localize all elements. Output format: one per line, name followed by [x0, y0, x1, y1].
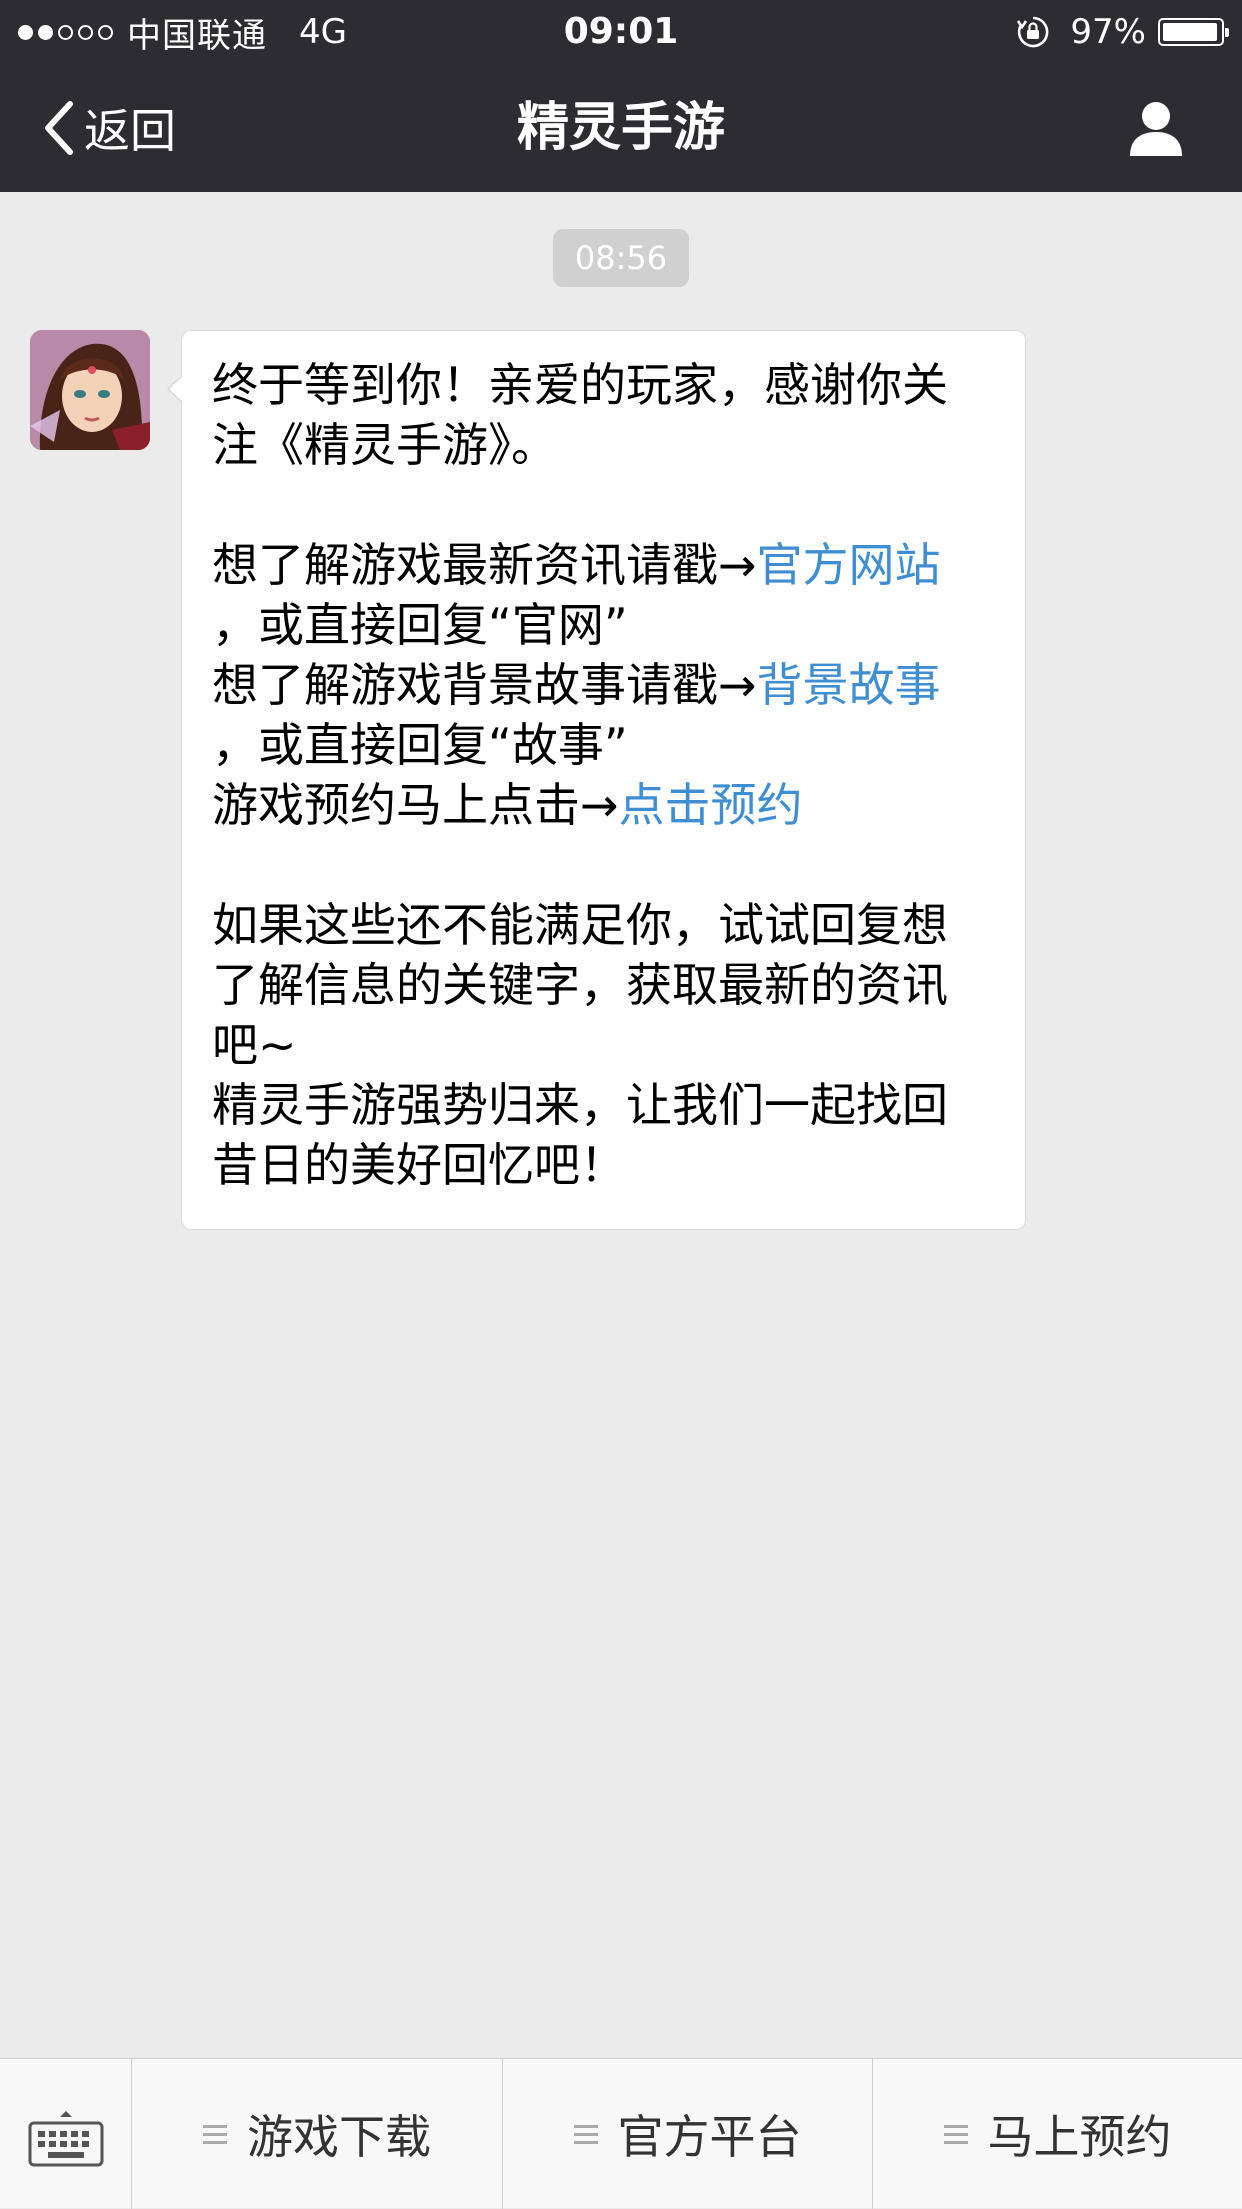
message-text: 终于等到你！亲爱的玩家，感谢你关 注《精灵手游》。 想了解游戏最新资讯请戳→官方…	[212, 355, 1002, 1195]
message-timestamp: 08:56	[553, 229, 689, 287]
menu-label: 官方平台	[617, 2110, 802, 2164]
menu-label: 马上预约	[987, 2110, 1172, 2164]
message-line: 游戏预约马上点击→点击预约	[212, 775, 1002, 835]
rotation-lock-icon	[1017, 16, 1049, 48]
message-line: ，或直接回复“官网”	[212, 598, 628, 652]
keyboard-toggle-button[interactable]	[0, 2059, 132, 2209]
official-website-link[interactable]: 官方网站	[757, 538, 941, 592]
keyboard-icon	[28, 2111, 104, 2167]
battery-percent: 97%	[1070, 12, 1146, 52]
menu-official-platform[interactable]: 官方平台	[502, 2059, 872, 2209]
message-line: 了解信息的关键字，获取最新的资讯	[212, 958, 948, 1012]
message-line: 注《精灵手游》。	[212, 418, 557, 472]
reserve-link[interactable]: 点击预约	[619, 778, 803, 832]
message-bubble: 终于等到你！亲爱的玩家，感谢你关 注《精灵手游》。 想了解游戏最新资讯请戳→官方…	[167, 330, 1026, 1230]
message-text-prefix: 想了解游戏背景故事请戳→	[212, 658, 757, 712]
message-text-prefix: 游戏预约马上点击→	[212, 778, 619, 832]
page-title: 精灵手游	[516, 98, 725, 158]
message-line: 吧~	[212, 1018, 297, 1072]
message-line: 精灵手游强势归来，让我们一起找回	[212, 1078, 948, 1132]
bottom-menu-bar: 游戏下载 官方平台 马上预约	[0, 2058, 1242, 2209]
background-story-link[interactable]: 背景故事	[757, 658, 941, 712]
nav-bar: 返回 精灵手游	[0, 64, 1242, 192]
menu-lines-icon	[203, 2125, 227, 2144]
message-line: 想了解游戏背景故事请戳→背景故事	[212, 655, 1002, 715]
message-line: ，或直接回复“故事”	[212, 718, 628, 772]
message-line: 终于等到你！亲爱的玩家，感谢你关	[212, 358, 948, 412]
menu-reserve-now[interactable]: 马上预约	[872, 2059, 1242, 2209]
menu-label: 游戏下载	[247, 2110, 431, 2164]
message-line: 昔日的美好回忆吧！	[212, 1138, 626, 1192]
person-icon[interactable]	[1126, 98, 1186, 158]
status-bar: 中国联通 4G 09:01 97%	[0, 0, 1242, 64]
message-line: 想了解游戏最新资讯请戳→官方网站	[212, 535, 1002, 595]
battery-icon	[1158, 18, 1229, 46]
status-right: 97%	[1016, 0, 1229, 64]
menu-game-download[interactable]: 游戏下载	[132, 2059, 502, 2209]
message-line: 如果这些还不能满足你，试试回复想	[212, 898, 948, 952]
message-text-prefix: 想了解游戏最新资讯请戳→	[212, 538, 757, 592]
menu-lines-icon	[943, 2125, 968, 2144]
battery-cap	[1225, 28, 1229, 37]
battery-level	[1163, 23, 1218, 41]
game-character-avatar-icon	[30, 330, 150, 450]
menu-lines-icon	[573, 2125, 598, 2144]
avatar[interactable]	[30, 330, 150, 450]
